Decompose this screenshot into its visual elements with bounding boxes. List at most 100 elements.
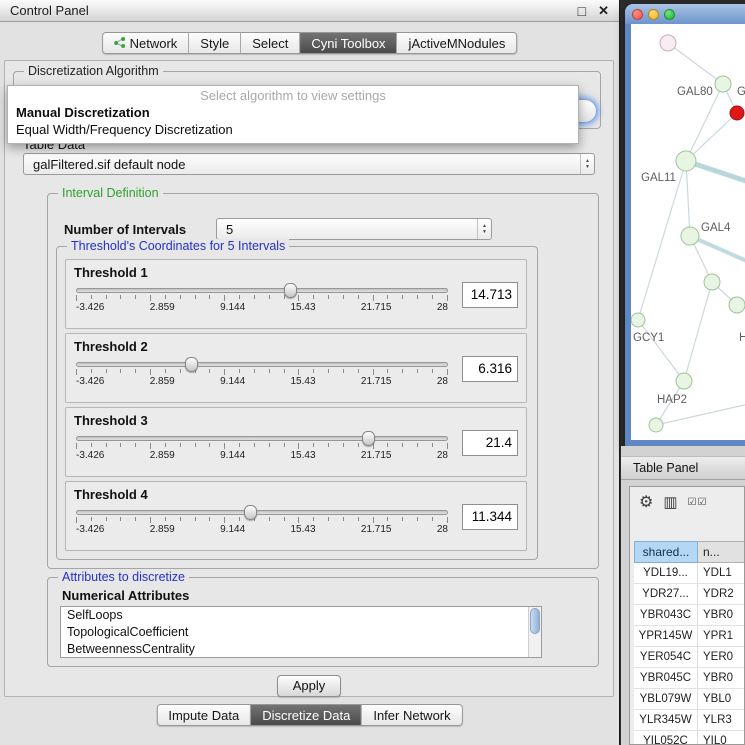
threshold-4-panel: Threshold 4 -3.4262.8599.14415.4321.7152… <box>65 481 527 551</box>
group-title: Attributes to discretize <box>58 570 189 584</box>
threshold-4-slider[interactable]: -3.4262.8599.14415.4321.71528 <box>76 510 448 535</box>
arrow-down-icon: ▼ <box>585 165 590 170</box>
table-row[interactable]: YBR045CYBR0 <box>634 668 745 689</box>
network-node[interactable] <box>631 313 645 327</box>
network-node-selected[interactable] <box>730 106 744 120</box>
tab-network[interactable]: Network <box>103 33 190 53</box>
cell: YDL1 <box>698 563 745 583</box>
slider-thumb[interactable] <box>284 283 297 298</box>
column-header-shared-name[interactable]: shared... <box>634 541 698 563</box>
network-node[interactable] <box>729 297 745 313</box>
slider-track[interactable] <box>76 436 448 441</box>
table-row[interactable]: YLR345WYLR3 <box>634 710 745 731</box>
network-node[interactable] <box>715 76 731 92</box>
tab-select[interactable]: Select <box>241 33 300 53</box>
network-node[interactable] <box>681 227 699 245</box>
network-node[interactable] <box>649 418 663 432</box>
tab-jactivemodules[interactable]: jActiveMNodules <box>398 33 517 53</box>
threshold-2-slider[interactable]: -3.4262.8599.14415.4321.71528 <box>76 362 448 387</box>
cell: YBR045C <box>634 668 698 688</box>
apply-button[interactable]: Apply <box>277 675 341 697</box>
node-label-hap2: HAP2 <box>657 394 687 406</box>
list-scrollbar[interactable] <box>528 607 541 657</box>
dropdown-option-manual-discretization[interactable]: Manual Discretization <box>8 104 578 121</box>
slider-ticks <box>76 369 448 375</box>
network-node[interactable] <box>676 373 692 389</box>
node-label-partial: H <box>739 332 745 344</box>
tab-impute-data[interactable]: Impute Data <box>157 705 251 725</box>
cell: YDR27... <box>634 584 698 604</box>
threshold-3-value-field[interactable]: 21.4 <box>462 430 518 456</box>
table-row[interactable]: YDR27...YDR2 <box>634 584 745 605</box>
list-item-betweennesscentrality[interactable]: BetweennessCentrality <box>61 641 541 658</box>
list-item-selfloops[interactable]: SelfLoops <box>61 607 541 624</box>
threshold-2-value-field[interactable]: 6.316 <box>462 356 518 382</box>
node-label-partial: GA <box>737 86 745 98</box>
top-tab-bar: Network Style Select Cyni Toolbox jActiv… <box>102 32 518 54</box>
attributes-to-discretize-group: Attributes to discretize Numerical Attri… <box>47 577 599 667</box>
cell: YPR145W <box>634 626 698 646</box>
scrollbar-thumb[interactable] <box>530 608 540 634</box>
table-row[interactable]: YDL19...YDL1 <box>634 563 745 584</box>
cell: YER054C <box>634 647 698 667</box>
threshold-4-value-field[interactable]: 11.344 <box>462 504 518 530</box>
table-row[interactable]: YER054CYER0 <box>634 647 745 668</box>
select-rows-icon[interactable]: ☑☑ <box>688 497 708 508</box>
number-of-intervals-select[interactable]: 5 ▲ ▼ <box>216 218 492 240</box>
arrow-up-icon: ▲ <box>482 224 487 229</box>
threshold-2-panel: Threshold 2 -3.4262.8599.14415.4321.7152… <box>65 333 527 403</box>
network-node[interactable] <box>704 274 720 290</box>
arrow-down-icon: ▼ <box>482 230 487 235</box>
slider-thumb[interactable] <box>362 431 375 446</box>
table-row[interactable]: YBL079WYBL0 <box>634 689 745 710</box>
table-data-select[interactable]: galFiltered.sif default node ▲ ▼ <box>23 153 595 175</box>
close-icon[interactable]: ✕ <box>598 3 609 19</box>
slider-track[interactable] <box>76 510 448 515</box>
interval-definition-group: Interval Definition Number of Intervals … <box>47 193 599 569</box>
group-title: Discretization Algorithm <box>24 64 163 78</box>
stepper-arrows-icon: ▲ ▼ <box>580 154 594 174</box>
table-rows: YDL19...YDL1 YDR27...YDR2 YBR043CYBR0 YP… <box>634 563 745 745</box>
slider-tick-labels: -3.4262.8599.14415.4321.71528 <box>76 302 448 313</box>
table-data-value: galFiltered.sif default node <box>24 157 580 172</box>
gear-icon[interactable]: ⚙ <box>639 492 653 512</box>
zoom-traffic-light[interactable] <box>664 9 675 20</box>
slider-ticks <box>76 443 448 449</box>
float-window-icon[interactable]: □ <box>578 3 586 19</box>
close-traffic-light[interactable] <box>632 9 643 20</box>
table-row[interactable]: YPR145WYPR1 <box>634 626 745 647</box>
table-panel-region: Table Panel ⚙ ▥ ☑☑ shared... n... YDL19.… <box>621 446 745 745</box>
tab-infer-network[interactable]: Infer Network <box>362 705 461 725</box>
slider-thumb[interactable] <box>244 505 257 520</box>
table-row[interactable]: YIL052CYIL0 <box>634 731 745 745</box>
slider-thumb[interactable] <box>185 357 198 372</box>
network-view-window: GAL80 GA GAL11 GAL4 GCY1 H HAP2 <box>625 4 745 446</box>
columns-icon[interactable]: ▥ <box>663 493 677 511</box>
threshold-3-slider[interactable]: -3.4262.8599.14415.4321.71528 <box>76 436 448 461</box>
tab-label: Style <box>200 36 229 51</box>
column-header-name[interactable]: n... <box>698 541 745 563</box>
threshold-1-value-field[interactable]: 14.713 <box>462 282 518 308</box>
cell: YBL079W <box>634 689 698 709</box>
thresholds-coordinates-group: Threshold's Coordinates for 5 Intervals … <box>56 246 538 560</box>
node-label-gal80: GAL80 <box>677 86 713 98</box>
tab-style[interactable]: Style <box>189 33 241 53</box>
network-node[interactable] <box>660 35 676 51</box>
bottom-tab-bar: Impute Data Discretize Data Infer Networ… <box>156 704 462 726</box>
table-row[interactable]: YBR043CYBR0 <box>634 605 745 626</box>
list-item-topologicalcoefficient[interactable]: TopologicalCoefficient <box>61 624 541 641</box>
slider-track[interactable] <box>76 362 448 367</box>
cell: YDL19... <box>634 563 698 583</box>
tab-discretize-data[interactable]: Discretize Data <box>251 705 362 725</box>
tab-cyni-toolbox[interactable]: Cyni Toolbox <box>300 33 397 53</box>
cell: YDR2 <box>698 584 745 604</box>
cell: YIL052C <box>634 731 698 745</box>
threshold-1-slider[interactable]: -3.4262.8599.14415.4321.71528 <box>76 288 448 313</box>
slider-track[interactable] <box>76 288 448 293</box>
minimize-traffic-light[interactable] <box>648 9 659 20</box>
dropdown-option-equal-width-frequency[interactable]: Equal Width/Frequency Discretization <box>8 121 578 138</box>
network-canvas[interactable]: GAL80 GA GAL11 GAL4 GCY1 H HAP2 <box>631 24 745 440</box>
network-node[interactable] <box>676 151 696 171</box>
cell: YER0 <box>698 647 745 667</box>
node-label-gcy1: GCY1 <box>633 332 664 344</box>
